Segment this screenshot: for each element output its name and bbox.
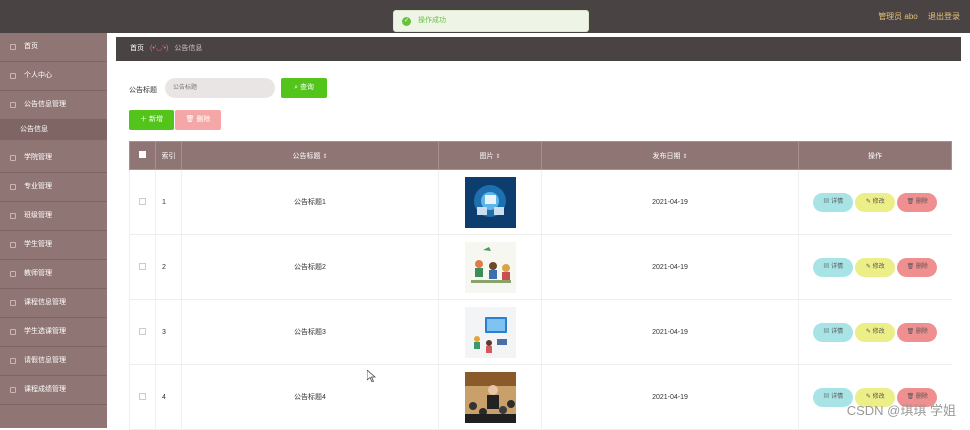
trash-icon: 🗑 bbox=[185, 116, 197, 123]
sidebar-item-college[interactable]: 学院管理 bbox=[0, 144, 107, 173]
row-checkbox[interactable] bbox=[139, 327, 146, 335]
main-content: 首页 (•'◡'•) 公告信息 公告标题 ⌕ 查询 ＋ 新增 🗑 删除 索引 公告标… bbox=[107, 33, 970, 430]
delete-button[interactable]: 🗑 删除 bbox=[897, 322, 938, 342]
search-button[interactable]: ⌕ 查询 bbox=[281, 78, 327, 98]
table-row: 1 公告标题1 2021-04-19 ▤ 详情 ✎ 修改 🗑 删除 bbox=[129, 169, 952, 235]
sidebar-item-major[interactable]: 专业管理 bbox=[0, 173, 107, 202]
lecture-photo-image bbox=[464, 371, 516, 423]
row-checkbox[interactable] bbox=[139, 197, 146, 205]
breadcrumb-face: (•'◡'•) bbox=[150, 45, 169, 52]
logout-link[interactable]: 退出登录 bbox=[928, 12, 960, 21]
sidebar-item-class[interactable]: 班级管理 bbox=[0, 202, 107, 231]
sort-icon[interactable]: ⇕ bbox=[495, 154, 500, 160]
edit-button[interactable]: ✎ 修改 bbox=[855, 192, 896, 212]
mouse-cursor-icon bbox=[367, 370, 376, 382]
breadcrumb-home[interactable]: 首页 bbox=[130, 45, 144, 52]
teacher-icon bbox=[10, 271, 16, 277]
row-checkbox[interactable] bbox=[139, 262, 146, 270]
breadcrumb-current: 公告信息 bbox=[174, 45, 203, 52]
server-network-image bbox=[464, 176, 516, 228]
actions-header: 操作 bbox=[798, 141, 952, 170]
grades-icon bbox=[10, 387, 16, 393]
table-row: 4 公告标题4 2021-04-19 ▤ 详情 ✎ 修改 🗑 删除 bbox=[129, 364, 952, 430]
sidebar-item-leave[interactable]: 请假信息管理 bbox=[0, 347, 107, 376]
sidebar-item-home[interactable]: 首页 bbox=[0, 33, 107, 62]
sidebar-item-profile[interactable]: 个人中心 bbox=[0, 62, 107, 91]
edit-button[interactable]: ✎ 修改 bbox=[855, 322, 896, 342]
search-input[interactable] bbox=[165, 78, 275, 98]
sort-icon[interactable]: ⇕ bbox=[322, 154, 327, 160]
sidebar-item-grades[interactable]: 课程成绩管理 bbox=[0, 376, 107, 405]
current-user: 管理员 abo bbox=[878, 12, 918, 21]
notice-icon bbox=[10, 102, 16, 108]
sidebar-item-course[interactable]: 课程信息管理 bbox=[0, 289, 107, 318]
index-header: 索引 bbox=[155, 141, 182, 170]
row-index: 2 bbox=[155, 234, 182, 300]
select-all-header[interactable] bbox=[129, 141, 156, 170]
toast-message: 操作成功 bbox=[418, 17, 446, 24]
row-index: 4 bbox=[155, 364, 182, 430]
breadcrumb: 首页 (•'◡'•) 公告信息 bbox=[116, 37, 961, 61]
sort-icon[interactable]: ⇕ bbox=[682, 154, 687, 160]
row-title: 公告标题3 bbox=[181, 299, 439, 365]
delete-button[interactable]: 🗑 删除 bbox=[897, 257, 938, 277]
image-header[interactable]: 图片 ⇕ bbox=[438, 141, 542, 170]
row-title: 公告标题1 bbox=[181, 169, 439, 235]
edit-button[interactable]: ✎ 修改 bbox=[855, 257, 896, 277]
table-row: 3 公告标题3 2021-04-19 ▤ 详情 ✎ 修改 🗑 删除 bbox=[129, 299, 952, 365]
success-toast: ✓ 操作成功 bbox=[393, 10, 589, 32]
detail-button[interactable]: ▤ 详情 bbox=[813, 257, 854, 277]
check-circle-icon: ✓ bbox=[402, 17, 411, 26]
row-date: 2021-04-19 bbox=[541, 169, 799, 235]
sidebar-subitem-notice[interactable]: 公告信息 bbox=[0, 120, 107, 140]
detail-button[interactable]: ▤ 详情 bbox=[813, 192, 854, 212]
leave-icon bbox=[10, 358, 16, 364]
college-icon bbox=[10, 155, 16, 161]
table-row: 2 公告标题2 2021-04-19 ▤ 详情 ✎ 修改 🗑 删除 bbox=[129, 234, 952, 300]
detail-button[interactable]: ▤ 详情 bbox=[813, 322, 854, 342]
row-date: 2021-04-19 bbox=[541, 364, 799, 430]
batch-delete-button[interactable]: 🗑 删除 bbox=[175, 110, 221, 130]
sidebar-item-teacher[interactable]: 教师管理 bbox=[0, 260, 107, 289]
watermark: CSDN @琪琪 学姐 bbox=[846, 403, 956, 418]
plus-icon: ＋ bbox=[140, 116, 149, 123]
topbar-right: 管理员 abo 退出登录 bbox=[870, 11, 960, 22]
title-header[interactable]: 公告标题 ⇕ bbox=[181, 141, 439, 170]
selection-icon bbox=[10, 329, 16, 335]
row-index: 3 bbox=[155, 299, 182, 365]
classroom-illustration-image bbox=[464, 241, 516, 293]
user-icon bbox=[10, 73, 16, 79]
table-header-row: 索引 公告标题 ⇕ 图片 ⇕ 发布日期 ⇕ 操作 bbox=[129, 141, 952, 170]
row-date: 2021-04-19 bbox=[541, 299, 799, 365]
sidebar: 首页 个人中心 公告信息管理 公告信息 学院管理 专业管理 班级管理 学生管理 … bbox=[0, 33, 107, 428]
notice-table: 索引 公告标题 ⇕ 图片 ⇕ 发布日期 ⇕ 操作 1 公告标题1 2021-04… bbox=[129, 141, 952, 430]
add-button[interactable]: ＋ 新增 bbox=[129, 110, 174, 130]
online-learning-image bbox=[464, 306, 516, 358]
delete-button[interactable]: 🗑 删除 bbox=[897, 192, 938, 212]
row-checkbox[interactable] bbox=[139, 392, 146, 400]
date-header[interactable]: 发布日期 ⇕ bbox=[541, 141, 799, 170]
sidebar-item-notice-management[interactable]: 公告信息管理 bbox=[0, 91, 107, 120]
sidebar-item-course-selection[interactable]: 学生选课管理 bbox=[0, 318, 107, 347]
row-date: 2021-04-19 bbox=[541, 234, 799, 300]
sidebar-item-student[interactable]: 学生管理 bbox=[0, 231, 107, 260]
major-icon bbox=[10, 184, 16, 190]
search-label: 公告标题 bbox=[129, 87, 157, 94]
student-icon bbox=[10, 242, 16, 248]
row-title: 公告标题4 bbox=[181, 364, 439, 430]
course-icon bbox=[10, 300, 16, 306]
row-title: 公告标题2 bbox=[181, 234, 439, 300]
row-index: 1 bbox=[155, 169, 182, 235]
select-all-checkbox[interactable] bbox=[139, 151, 146, 158]
class-icon bbox=[10, 213, 16, 219]
home-icon bbox=[10, 44, 16, 50]
